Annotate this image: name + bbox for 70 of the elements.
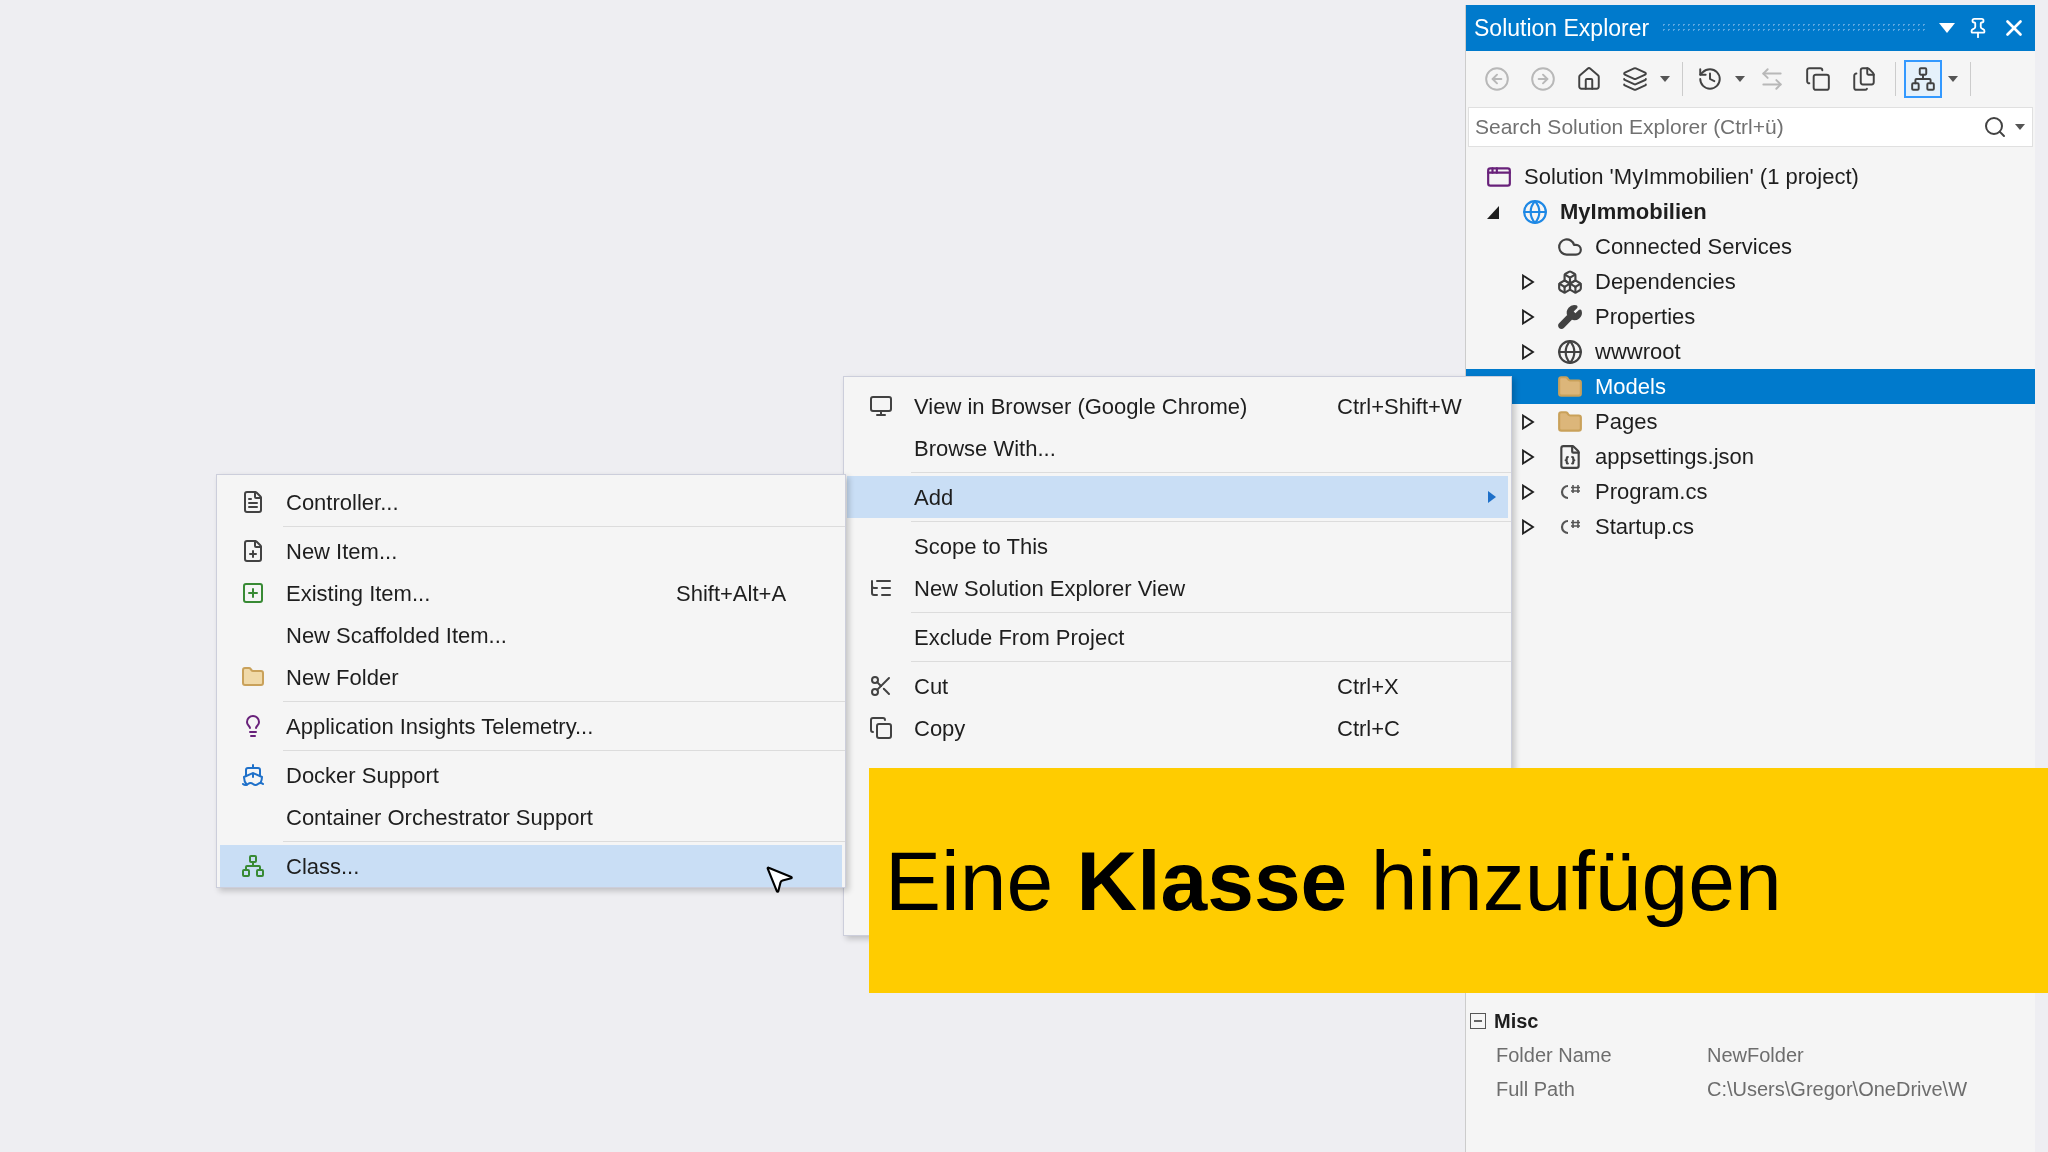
menu-item[interactable]: New Folder xyxy=(220,656,842,698)
menu-item[interactable]: New Scaffolded Item... xyxy=(220,614,842,656)
expander-arrow-icon[interactable] xyxy=(1521,483,1535,500)
folder-icon xyxy=(1557,373,1583,400)
dropdown-icon[interactable] xyxy=(1939,23,1955,33)
globe-icon xyxy=(1557,338,1583,365)
caret-icon[interactable] xyxy=(1948,76,1958,82)
copy-icon xyxy=(868,716,893,740)
tree-item[interactable]: Solution 'MyImmobilien' (1 project) xyxy=(1466,159,2035,194)
wrench-icon xyxy=(1557,303,1583,330)
menu-item[interactable]: Add xyxy=(847,476,1508,518)
menu-item[interactable]: Copy Ctrl+C xyxy=(847,707,1508,749)
arrows-icon xyxy=(1759,66,1785,92)
tree-item[interactable]: Properties xyxy=(1466,299,2035,334)
folder-plus-icon xyxy=(241,665,265,689)
panel-title: Solution Explorer xyxy=(1474,13,1650,43)
file-icon xyxy=(1557,443,1583,470)
scissors-icon xyxy=(868,674,893,698)
home-icon xyxy=(1576,66,1602,92)
clock-icon xyxy=(1697,66,1723,92)
menu-item[interactable]: New Item... xyxy=(220,530,842,572)
expander-arrow-icon[interactable] xyxy=(1521,448,1535,465)
tree-item[interactable]: MyImmobilien xyxy=(1466,194,2035,229)
caret-icon[interactable] xyxy=(1660,76,1670,82)
folder-icon xyxy=(1557,408,1583,435)
menu-item[interactable]: Docker Support xyxy=(220,754,842,796)
expander-arrow-icon[interactable] xyxy=(1521,343,1535,360)
caret-icon[interactable] xyxy=(1735,76,1745,82)
tree-item[interactable]: wwwroot xyxy=(1466,334,2035,369)
ship-icon xyxy=(241,763,265,787)
search-field[interactable]: Search Solution Explorer (Ctrl+ü) xyxy=(1468,107,2033,147)
caret-icon[interactable] xyxy=(2015,124,2025,130)
menu-item[interactable]: Application Insights Telemetry... xyxy=(220,705,842,747)
layers-icon xyxy=(1622,66,1648,92)
property-value: NewFolder xyxy=(1707,1043,1804,1068)
new-file-icon xyxy=(241,539,265,563)
toolbar-button[interactable] xyxy=(1904,60,1942,98)
caption-text: Eine Klasse hinzufügen xyxy=(885,832,1782,930)
property-value: C:\Users\Gregor\OneDrive\W xyxy=(1707,1077,1968,1102)
monitor-icon xyxy=(868,394,893,418)
collapse-toggle-icon[interactable] xyxy=(1470,1013,1486,1029)
expander-arrow-icon[interactable] xyxy=(1521,308,1535,325)
tree-item[interactable]: Connected Services xyxy=(1466,229,2035,264)
expander-arrow-icon[interactable] xyxy=(1521,273,1535,290)
document-icon xyxy=(241,490,265,514)
search-icon[interactable] xyxy=(1983,115,2007,139)
stacked-windows-icon xyxy=(1805,66,1831,92)
menu-item[interactable]: New Solution Explorer View xyxy=(847,567,1508,609)
documents-icon xyxy=(1851,66,1877,92)
expander-arrow-icon[interactable] xyxy=(1521,413,1535,430)
hierarchy-icon xyxy=(1910,66,1936,92)
globe-icon xyxy=(1522,198,1548,225)
boxes-icon xyxy=(1557,268,1583,295)
class-diagram-icon xyxy=(241,854,265,878)
add-square-icon xyxy=(241,581,265,605)
back-icon xyxy=(1484,66,1510,92)
tree-item[interactable]: Models xyxy=(1466,369,2035,404)
property-name: Folder Name xyxy=(1495,1043,1613,1068)
submenu-arrow-icon xyxy=(1488,491,1496,503)
property-name: Full Path xyxy=(1495,1077,1576,1102)
menu-item[interactable]: Class... xyxy=(220,845,842,887)
forward-icon xyxy=(1530,66,1556,92)
section-heading: Misc xyxy=(1494,1009,1539,1034)
menu-item[interactable]: Existing Item... Shift+Alt+A xyxy=(220,572,842,614)
menu-item[interactable]: Cut Ctrl+X xyxy=(847,665,1508,707)
menu-item[interactable]: Exclude From Project xyxy=(847,616,1508,658)
expander-arrow-icon[interactable] xyxy=(1521,518,1535,535)
menu-item[interactable]: Container Orchestrator Support xyxy=(220,796,842,838)
menu-item[interactable]: Controller... xyxy=(220,481,842,523)
tree-item[interactable]: Dependencies xyxy=(1466,264,2035,299)
